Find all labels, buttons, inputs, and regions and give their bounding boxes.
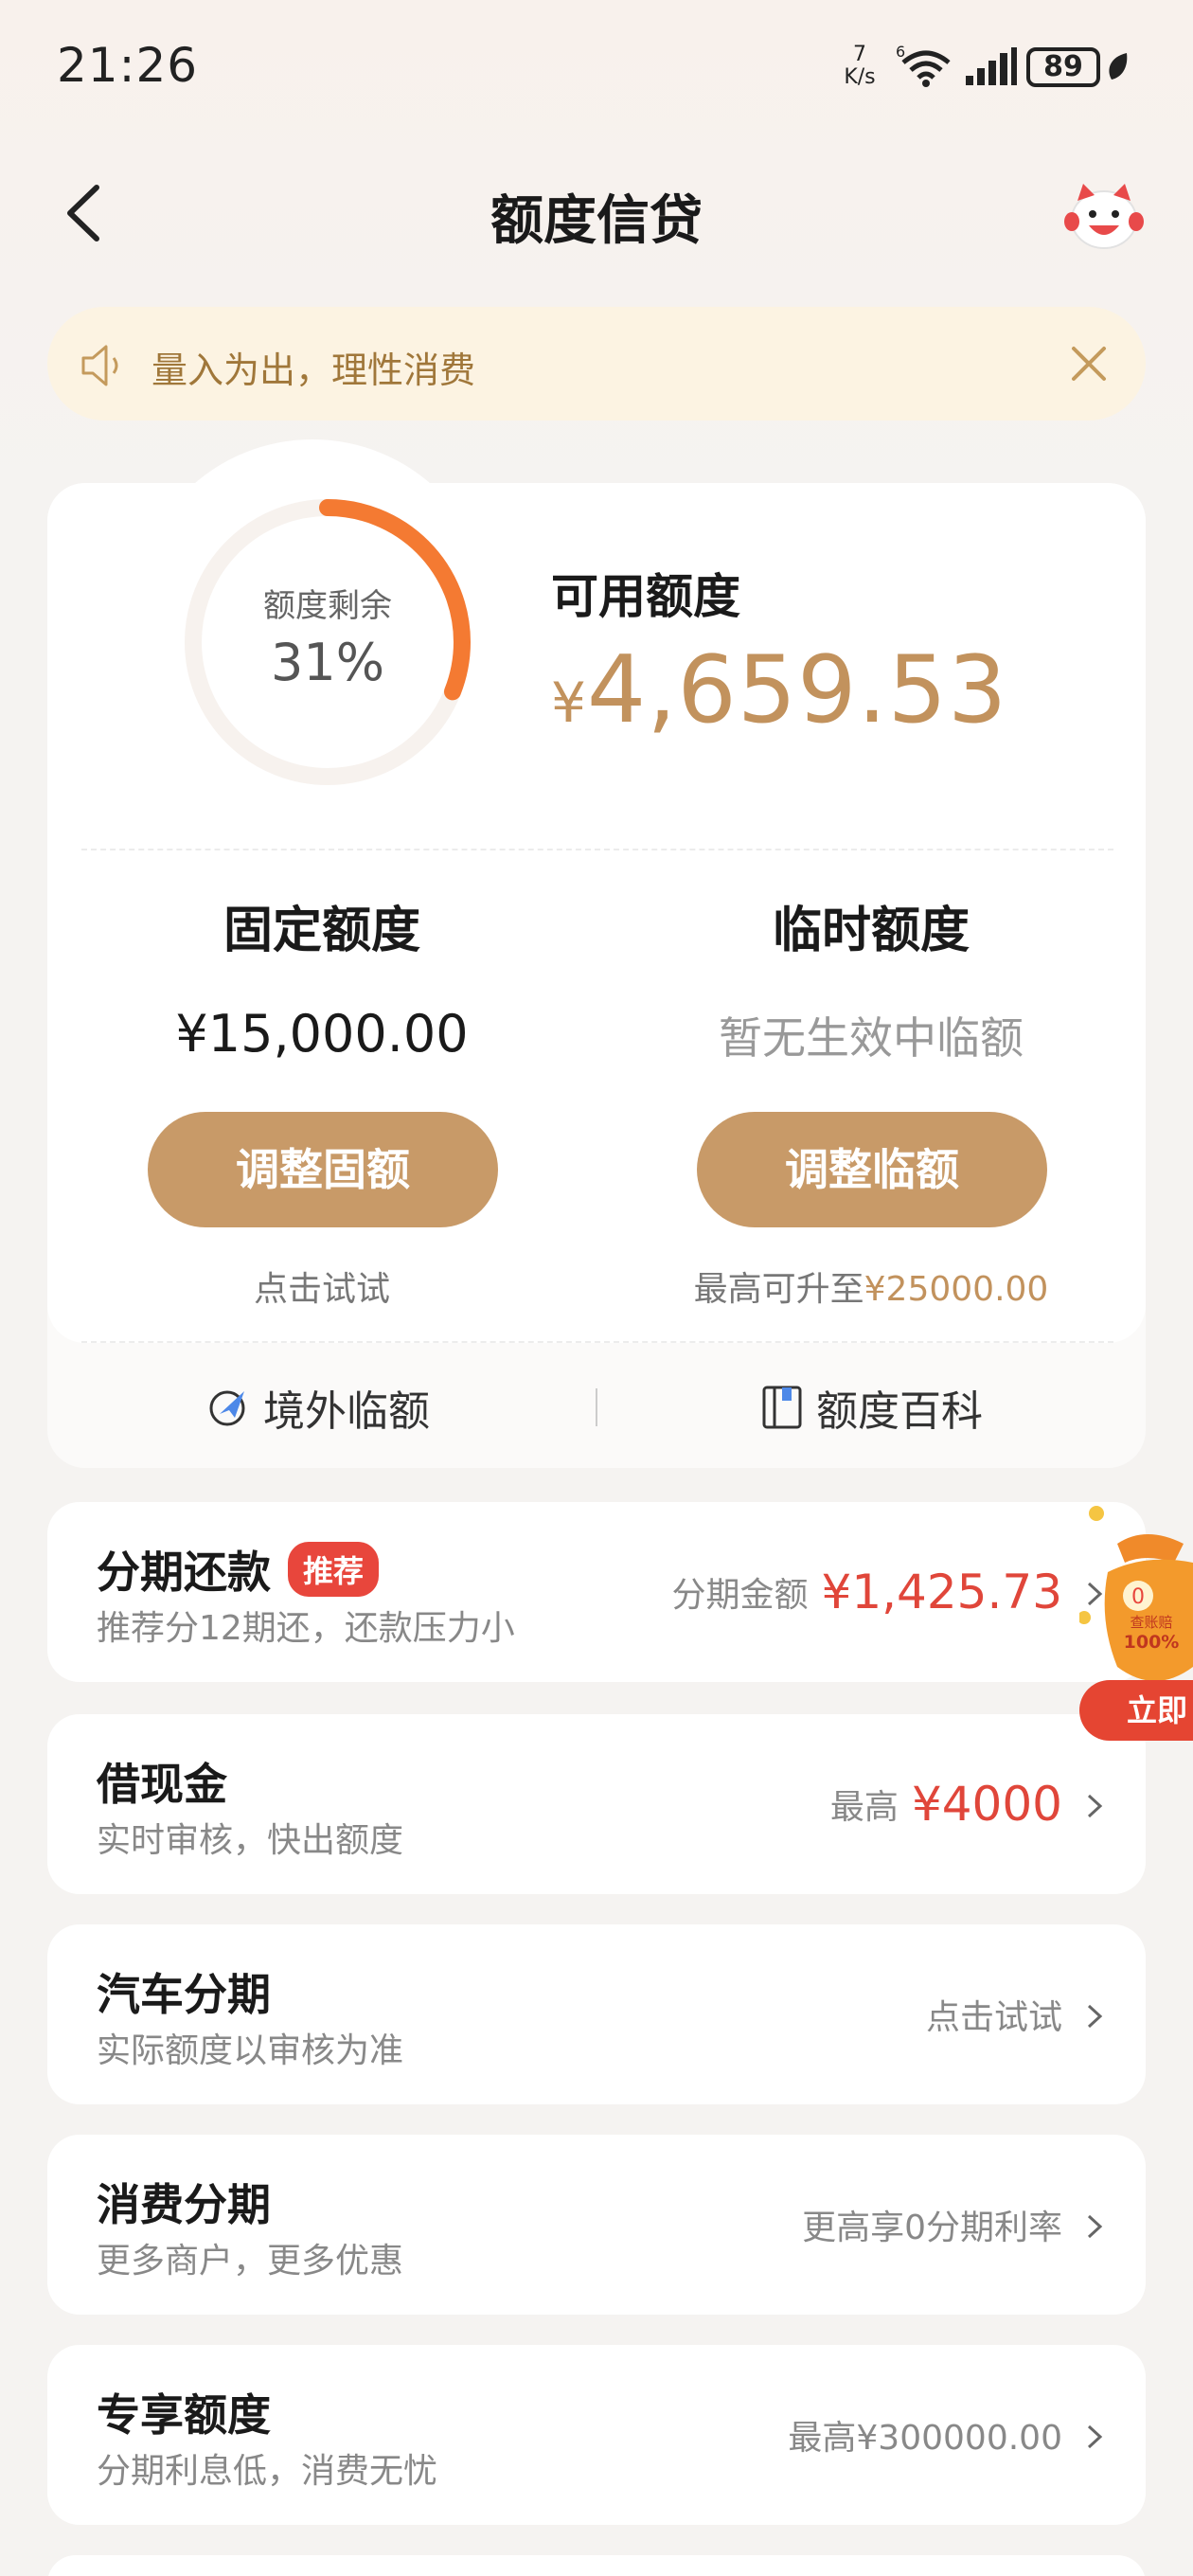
promo-line2: 100% — [1124, 1632, 1180, 1653]
service-subtitle: 推荐分12期还，还款压力小 — [97, 1609, 515, 1648]
service-right-info: 最高¥300000.00 — [788, 2345, 1062, 2525]
network-speed: 7 K/s — [839, 44, 881, 89]
wifi-icon: 6 — [896, 45, 951, 87]
service-title: 分期还款 推荐 — [97, 1538, 380, 1601]
chevron-right-icon — [1087, 2004, 1103, 2029]
currency-symbol: ¥ — [551, 671, 587, 735]
temp-hint-prefix: 最高可升至 — [693, 1270, 864, 1309]
promo-button[interactable]: 立即 — [1079, 1680, 1193, 1741]
temp-credit-status: 暂无生效中临额 — [719, 1012, 1024, 1064]
service-right-label: 最高 — [829, 1788, 899, 1827]
temp-credit-title: 临时额度 — [772, 903, 970, 959]
service-right-info: 更高享0分期利率 — [802, 2135, 1062, 2315]
temp-credit-hint: 最高可升至¥25000.00 — [596, 1261, 1146, 1311]
notice-text: 量入为出，理性消费 — [151, 349, 476, 391]
status-bar: 21:26 7 K/s 6 89 — [0, 0, 1193, 133]
service-right-info: 点击试试 — [926, 1924, 1062, 2104]
service-right-value: ¥4000 — [911, 1777, 1062, 1832]
recommend-badge: 推荐 — [288, 1542, 380, 1597]
promo-badge: 0 — [1131, 1585, 1145, 1609]
link-divider — [596, 1388, 597, 1426]
power-saving-leaf-icon — [1109, 53, 1128, 80]
divider — [81, 1341, 1113, 1343]
service-right-info: 分期金额 ¥1,425.73 — [672, 1502, 1062, 1682]
service-subtitle: 分期利息低，消费无忧 — [97, 2452, 438, 2491]
plane-globe-icon — [209, 1390, 245, 1426]
speaker-icon — [81, 345, 118, 386]
service-consumer-installment[interactable]: 消费分期 更多商户，更多优惠 更高享0分期利率 — [47, 2135, 1146, 2315]
chevron-right-icon — [1087, 2214, 1103, 2239]
fixed-credit-title: 固定额度 — [223, 903, 420, 959]
service-right-info: 最高 ¥4000 — [830, 1714, 1062, 1894]
service-subtitle: 实时审核，快出额度 — [97, 1821, 404, 1860]
page-title: 额度信贷 — [490, 190, 703, 252]
gauge-label: 额度剩余 — [263, 587, 392, 625]
signal-icon — [966, 47, 1017, 85]
service-title: 汽车分期 — [97, 1969, 271, 2020]
promo-line1: 查账赔 — [1130, 1614, 1172, 1631]
service-right-label: 分期金额 — [671, 1576, 809, 1615]
service-right-label: 点击试试 — [925, 1998, 1062, 2037]
adjust-fixed-credit-button[interactable]: 调整固额 — [148, 1112, 498, 1227]
fixed-credit-amount: ¥15,000.00 — [175, 1004, 469, 1064]
service-next-item-partial — [47, 2555, 1146, 2576]
chevron-right-icon — [1087, 1794, 1103, 1818]
available-credit-label: 可用额度 — [551, 569, 740, 624]
service-right-value: ¥1,425.73 — [821, 1565, 1062, 1619]
service-right-label: 更高享0分期利率 — [802, 2209, 1062, 2247]
status-time: 21:26 — [57, 38, 199, 93]
close-icon[interactable] — [1068, 343, 1110, 385]
battery-indicator: 89 — [1026, 47, 1100, 87]
svg-text:6: 6 — [896, 45, 905, 61]
service-borrow-cash[interactable]: 借现金 实时审核，快出额度 最高 ¥4000 — [47, 1714, 1146, 1894]
fixed-credit-hint: 点击试试 — [253, 1270, 390, 1309]
book-icon — [762, 1386, 802, 1429]
overseas-temp-credit-link[interactable]: 境外临额 — [206, 1379, 430, 1436]
mascot-icon[interactable] — [1064, 178, 1144, 252]
service-title: 借现金 — [97, 1759, 227, 1810]
service-subtitle: 实际额度以审核为准 — [97, 2031, 404, 2070]
service-installment-repayment[interactable]: 分期还款 推荐 推荐分12期还，还款压力小 分期金额 ¥1,425.73 — [47, 1502, 1146, 1682]
service-title-text: 分期还款 — [97, 1547, 271, 1598]
chevron-right-icon — [1087, 2424, 1103, 2449]
notice-banner: 量入为出，理性消费 — [47, 307, 1146, 420]
adjust-temp-credit-button[interactable]: 调整临额 — [697, 1112, 1047, 1227]
credit-wiki-link[interactable]: 额度百科 — [761, 1379, 983, 1436]
temp-hint-amount: ¥25000.00 — [864, 1270, 1049, 1309]
service-title: 消费分期 — [97, 2179, 271, 2230]
service-right-label: 最高¥300000.00 — [788, 2419, 1062, 2458]
service-exclusive-credit[interactable]: 专享额度 分期利息低，消费无忧 最高¥300000.00 — [47, 2345, 1146, 2525]
service-subtitle: 更多商户，更多优惠 — [97, 2242, 404, 2281]
service-car-installment[interactable]: 汽车分期 实际额度以审核为准 点击试试 — [47, 1924, 1146, 2104]
service-title: 专享额度 — [97, 2389, 271, 2441]
available-credit-amount: ¥4,659.53 — [551, 636, 1007, 744]
wiki-link-label: 额度百科 — [816, 1387, 983, 1436]
network-speed-unit: K/s — [844, 65, 876, 89]
available-amount-value: 4,659.53 — [586, 636, 1008, 744]
divider — [81, 849, 1113, 850]
overseas-link-label: 境外临额 — [263, 1387, 430, 1436]
network-speed-value: 7 — [853, 43, 866, 66]
gauge-value: 31% — [270, 633, 385, 692]
